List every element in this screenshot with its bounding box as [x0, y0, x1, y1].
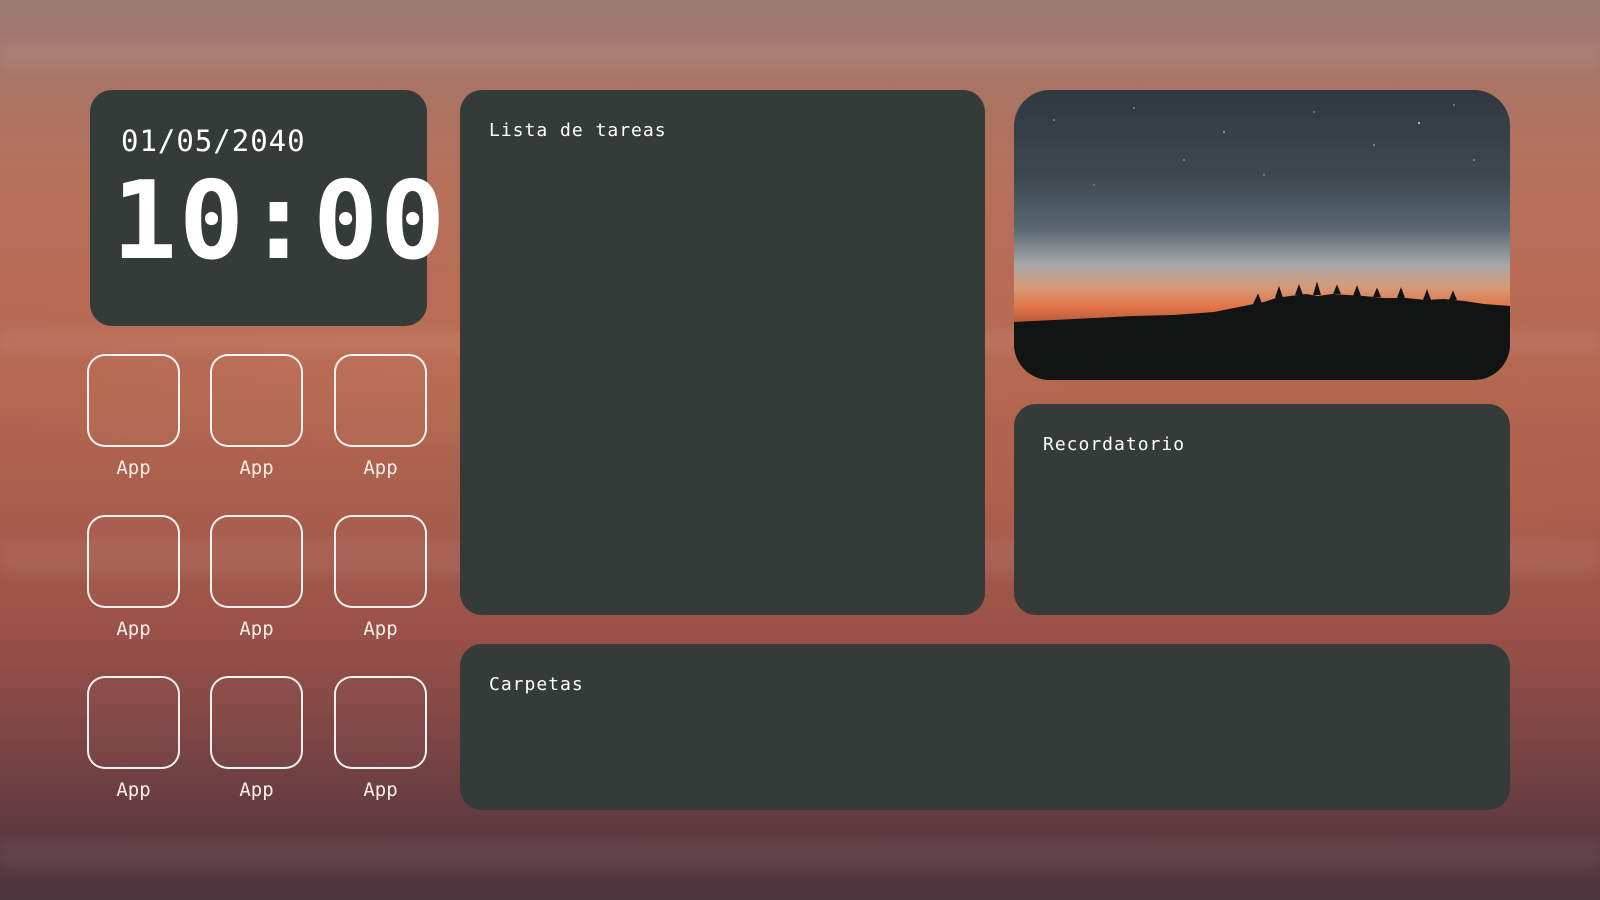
app-shortcut[interactable]: App — [334, 354, 427, 479]
app-label: App — [363, 457, 398, 479]
wallpaper-streak — [0, 840, 1600, 870]
clock-widget: 01/05/2040 10:00 — [90, 90, 445, 326]
clock-date: 01/05/2040 — [121, 124, 306, 158]
app-label: App — [116, 457, 151, 479]
app-shortcut[interactable]: App — [210, 515, 303, 640]
app-label: App — [239, 457, 274, 479]
app-icon[interactable] — [334, 515, 427, 608]
app-shortcut[interactable]: App — [334, 676, 427, 801]
app-icon[interactable] — [334, 676, 427, 769]
app-shortcut[interactable]: App — [334, 515, 427, 640]
app-shortcut[interactable]: App — [87, 354, 180, 479]
app-icon[interactable] — [210, 676, 303, 769]
app-icon[interactable] — [334, 354, 427, 447]
reminder-title: Recordatorio — [1043, 434, 1186, 455]
app-icon[interactable] — [87, 676, 180, 769]
task-list-panel[interactable]: Lista de tareas — [460, 90, 985, 615]
app-shortcut[interactable]: App — [87, 676, 180, 801]
app-icon[interactable] — [210, 354, 303, 447]
app-shortcut[interactable]: App — [210, 676, 303, 801]
app-shortcut[interactable]: App — [87, 515, 180, 640]
clock-time: 10:00 — [112, 159, 448, 284]
reminder-panel[interactable]: Recordatorio — [1014, 404, 1510, 615]
app-label: App — [363, 779, 398, 801]
wallpaper-streak — [0, 40, 1600, 70]
app-label: App — [239, 618, 274, 640]
photo-widget — [1014, 90, 1510, 380]
app-icon[interactable] — [87, 515, 180, 608]
app-shortcut[interactable]: App — [210, 354, 303, 479]
app-label: App — [239, 779, 274, 801]
app-label: App — [116, 618, 151, 640]
sunset-landscape-image — [1014, 104, 1510, 380]
app-label: App — [116, 779, 151, 801]
task-list-title: Lista de tareas — [489, 120, 667, 141]
folders-title: Carpetas — [489, 674, 584, 695]
app-icon[interactable] — [210, 515, 303, 608]
app-label: App — [363, 618, 398, 640]
folders-panel[interactable]: Carpetas — [460, 644, 1510, 810]
app-icon[interactable] — [87, 354, 180, 447]
